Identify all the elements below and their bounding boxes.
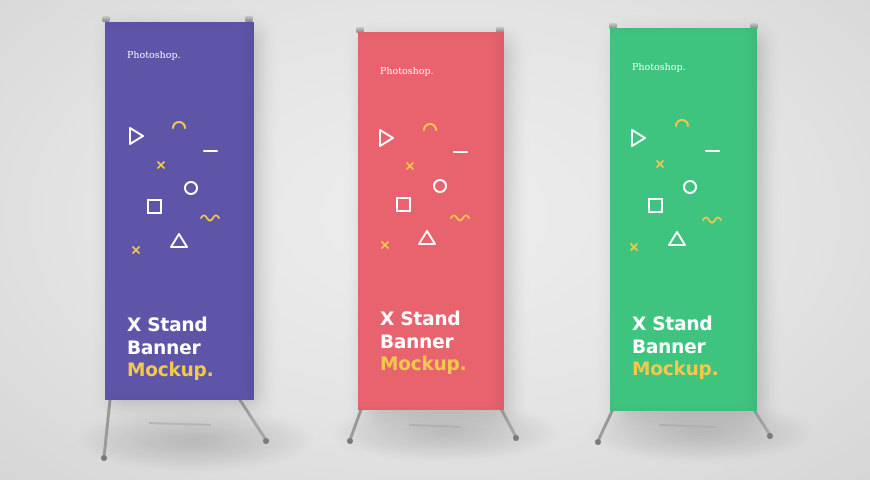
cross-icon — [381, 241, 389, 249]
cross-icon — [630, 243, 638, 251]
stand-legs — [595, 405, 773, 445]
circle-icon — [433, 179, 447, 193]
square-icon — [396, 197, 411, 212]
wave-icon — [200, 214, 220, 222]
banner-green: Photoshop. X Stand Banner Mockup. — [610, 28, 757, 411]
cross-icon — [132, 246, 140, 254]
headline-line-1: X Stand — [632, 314, 713, 335]
headline: X Stand Banner Mockup. — [380, 309, 467, 377]
mockup-scene: Photoshop. X Stand Banner Mockup. Photos… — [0, 0, 870, 480]
headline-line-2: Banner — [127, 337, 201, 359]
headline-line-2: Banner — [380, 331, 454, 353]
cross-icon — [157, 161, 165, 169]
headline: X Stand Banner Mockup. — [127, 315, 214, 383]
play-triangle-icon — [379, 129, 394, 147]
cross-icon — [656, 160, 664, 168]
arc-icon — [675, 119, 689, 127]
arc-icon — [423, 123, 437, 131]
square-icon — [648, 198, 663, 213]
headline-accent-word: Mockup. — [127, 360, 214, 381]
headline-line-1: X Stand — [380, 309, 461, 330]
circle-icon — [683, 180, 697, 194]
headline-line-1: X Stand — [127, 315, 208, 336]
headline-accent-word: Mockup. — [380, 354, 467, 375]
headline-line-3: Mockup. — [380, 354, 467, 377]
headline-line-3: Mockup. — [632, 359, 719, 382]
wave-icon — [450, 214, 470, 222]
square-icon — [147, 199, 162, 214]
cross-icon — [406, 162, 414, 170]
play-triangle-icon — [129, 127, 144, 145]
wave-icon — [702, 216, 722, 224]
banner-coral: Photoshop. X Stand Banner Mockup. — [358, 32, 504, 410]
triangle-icon — [170, 233, 188, 248]
stand-legs — [347, 405, 519, 444]
decorative-shapes — [379, 123, 470, 249]
headline: X Stand Banner Mockup. — [632, 314, 719, 382]
circle-icon — [184, 181, 198, 195]
triangle-icon — [668, 231, 686, 246]
headline-line-3: Mockup. — [127, 360, 214, 383]
stand-legs — [101, 398, 269, 461]
decorative-shapes — [630, 119, 722, 251]
triangle-icon — [418, 230, 436, 245]
play-triangle-icon — [631, 129, 646, 147]
arc-icon — [172, 121, 186, 129]
banner-purple: Photoshop. X Stand Banner Mockup. — [105, 22, 254, 400]
decorative-shapes — [129, 121, 220, 254]
headline-accent-word: Mockup. — [632, 359, 719, 380]
headline-line-2: Banner — [632, 336, 706, 358]
